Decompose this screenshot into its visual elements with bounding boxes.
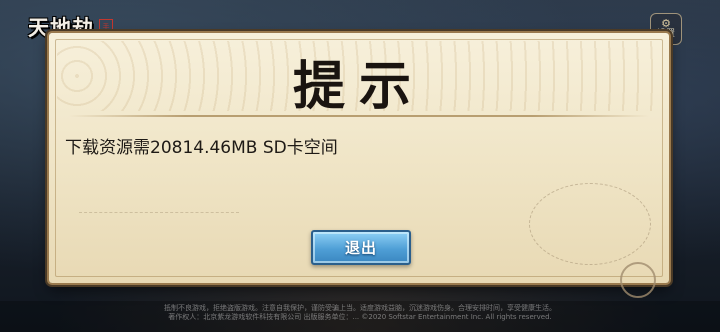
dialog-title: 提示: [292, 56, 425, 117]
exit-button-label: 退出: [344, 239, 377, 257]
decorative-circle: [529, 183, 651, 265]
footer-notice: 抵制不良游戏，拒绝盗版游戏。注意自我保护，谨防受骗上当。适度游戏益脑，沉迷游戏伤…: [0, 301, 720, 332]
exit-button[interactable]: 退出: [311, 230, 411, 265]
dialog-panel: 提示 下载资源需20814.46MB SD卡空间 退出: [49, 33, 669, 283]
divider: [69, 115, 649, 117]
gear-icon: ⚙: [661, 17, 671, 30]
emblem-icon: [620, 262, 656, 298]
dialog-message: 下载资源需20814.46MB SD卡空间: [65, 138, 338, 158]
footer-line-2: 著作权人：北京紫龙游戏软件科技有限公司 出版服务单位：... ©2020 Sof…: [168, 313, 552, 321]
footer-line-1: 抵制不良游戏，拒绝盗版游戏。注意自我保护，谨防受骗上当。适度游戏益脑，沉迷游戏伤…: [164, 304, 556, 312]
decorative-line: [79, 212, 239, 253]
